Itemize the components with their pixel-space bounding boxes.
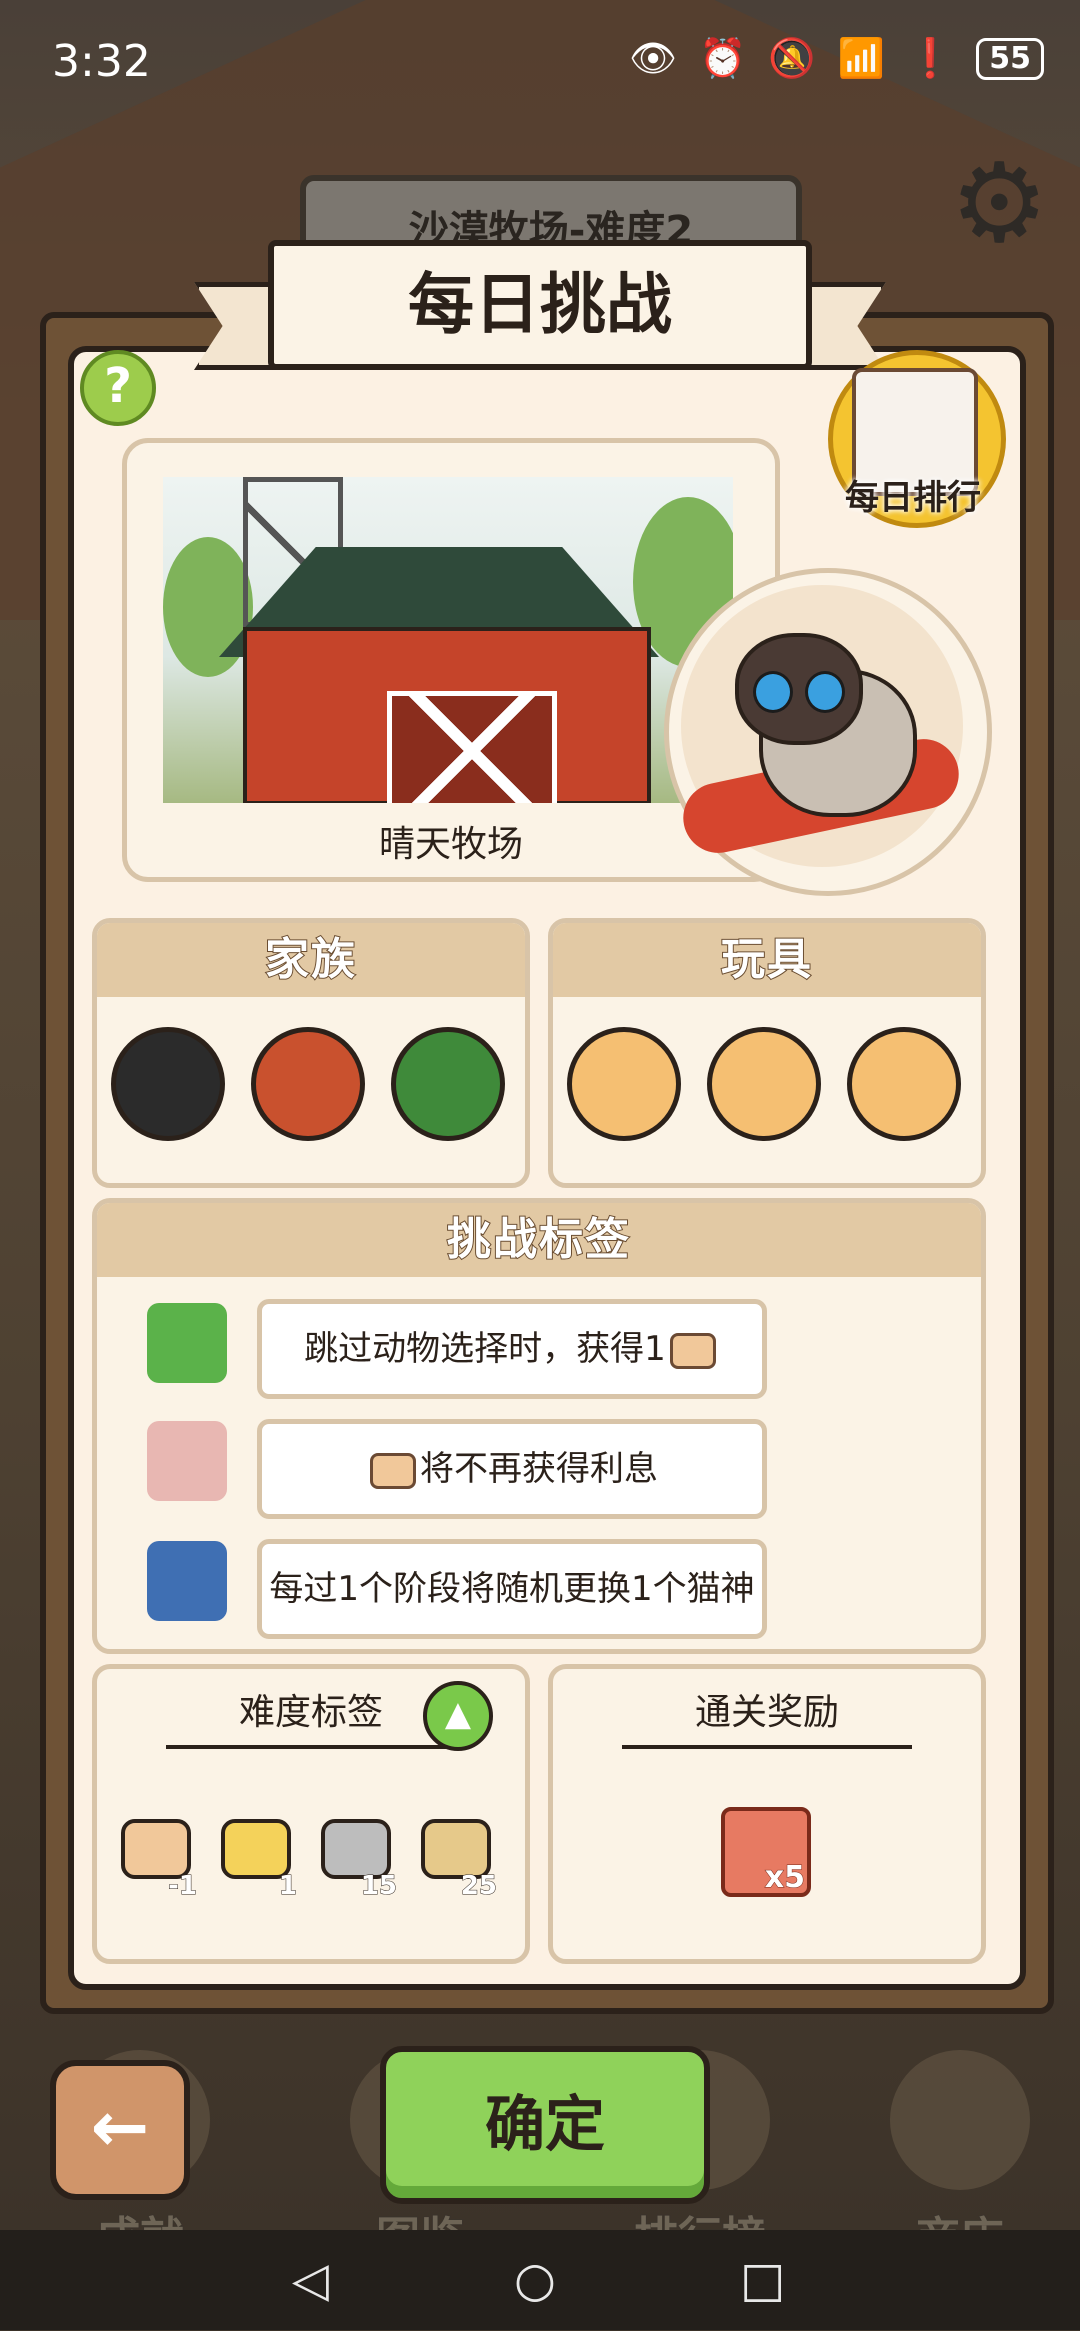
alert-icon: ❗ — [906, 36, 955, 80]
challenge-tags-section: 挑战标签 跳过动物选择时，获得1 将不再获得利息 每过1个阶段将随机更换1个猫神 — [92, 1198, 986, 1654]
cat-eye — [805, 671, 845, 713]
pig-bank-icon — [147, 1421, 227, 1501]
back-triangle-icon[interactable]: ◁ — [292, 2252, 329, 2308]
dialog-title: 每日挑战 — [268, 240, 812, 370]
difficulty-tag-value: -1 — [168, 1871, 198, 1902]
mute-bell-icon: 🔕 — [768, 36, 816, 80]
rewards-title: 通关奖励 — [694, 1692, 839, 1733]
fish-toy-icon[interactable] — [567, 1027, 681, 1141]
cat-eye — [753, 671, 793, 713]
barrier-icon — [221, 1819, 291, 1879]
barn-image — [163, 477, 733, 803]
barn-body — [243, 627, 651, 803]
status-bar: 3:32 👁 ⏰ 🔕 📶 ❗ 55 — [0, 0, 1080, 120]
difficulty-tags-section: 难度标签 ▲ -1 1 15 25 — [92, 1664, 530, 1964]
home-circle-icon[interactable]: ○ — [514, 2252, 556, 2308]
recycle-bin-icon — [147, 1303, 227, 1383]
battery-indicator: 55 — [976, 37, 1044, 80]
difficulty-tag[interactable]: -1 — [121, 1819, 197, 1902]
ghost-icon — [321, 1819, 391, 1879]
alarm-icon: ⏰ — [698, 36, 747, 80]
eye-icon: 👁 — [628, 36, 677, 80]
status-icons: 👁 ⏰ 🔕 📶 ❗ 55 — [629, 36, 1044, 81]
wifi-icon: 📶 — [837, 36, 885, 80]
toys-title: 玩具 — [553, 923, 981, 997]
challenge-tag-row: 将不再获得利息 — [257, 1419, 767, 1519]
family-section: 家族 — [92, 918, 530, 1188]
daily-rank-label: 每日排行 — [845, 478, 981, 518]
confirm-button[interactable]: 确定 — [380, 2046, 710, 2204]
recents-square-icon[interactable]: □ — [740, 2252, 785, 2308]
difficulty-tag-value: 25 — [460, 1871, 497, 1902]
challenge-tag-row: 跳过动物选择时，获得1 — [257, 1299, 767, 1399]
ticket-icon[interactable]: x5 — [721, 1807, 811, 1897]
frog-family-icon[interactable] — [391, 1027, 505, 1141]
difficulty-tag[interactable]: 1 — [221, 1819, 298, 1902]
bird-family-icon[interactable] — [251, 1027, 365, 1141]
family-title: 家族 — [97, 923, 525, 997]
challenge-tags-title: 挑战标签 — [97, 1203, 981, 1277]
toys-section: 玩具 — [548, 918, 986, 1188]
barn-door — [387, 691, 557, 803]
handheld-console-icon[interactable] — [707, 1027, 821, 1141]
divider — [166, 1745, 456, 1749]
daily-rank-button[interactable]: 每日排行 — [822, 350, 1006, 530]
expand-up-icon[interactable]: ▲ — [423, 1681, 493, 1751]
scene-name: 晴天牧场 — [378, 824, 523, 865]
difficulty-tag-value: 15 — [360, 1871, 397, 1902]
cat-dice-icon — [147, 1541, 227, 1621]
gear-icon[interactable]: ⚙ — [950, 148, 1049, 258]
cat-head — [735, 633, 863, 745]
title-ribbon: 每日挑战 — [194, 240, 886, 370]
difficulty-tag[interactable]: 15 — [321, 1819, 398, 1902]
challenge-tag-text: 跳过动物选择时，获得1 — [304, 1329, 666, 1369]
cat-god-portrait[interactable] — [664, 568, 992, 896]
pet-collar-icon[interactable] — [847, 1027, 961, 1141]
cat-family-icon[interactable] — [111, 1027, 225, 1141]
can-barrier-icon — [421, 1819, 491, 1879]
help-button[interactable]: ? — [80, 350, 156, 426]
back-button[interactable]: ← — [50, 2060, 190, 2200]
system-navigation-bar: ◁ ○ □ — [0, 2230, 1080, 2330]
status-time: 3:32 — [52, 36, 151, 87]
can-icon — [121, 1819, 191, 1879]
challenge-tag-text: 每过1个阶段将随机更换1个猫神 — [269, 1569, 755, 1609]
divider — [622, 1745, 912, 1749]
difficulty-tag[interactable]: 25 — [421, 1819, 498, 1902]
rewards-section: 通关奖励 x5 — [548, 1664, 986, 1964]
challenge-tag-row: 每过1个阶段将随机更换1个猫神 — [257, 1539, 767, 1639]
can-coin-icon — [669, 1332, 716, 1369]
can-coin-icon — [370, 1452, 416, 1489]
difficulty-tag-value: 1 — [278, 1871, 297, 1902]
shop-icon — [890, 2050, 1030, 2190]
challenge-tag-text: 将不再获得利息 — [420, 1449, 658, 1489]
reward-count: x5 — [764, 1860, 805, 1896]
